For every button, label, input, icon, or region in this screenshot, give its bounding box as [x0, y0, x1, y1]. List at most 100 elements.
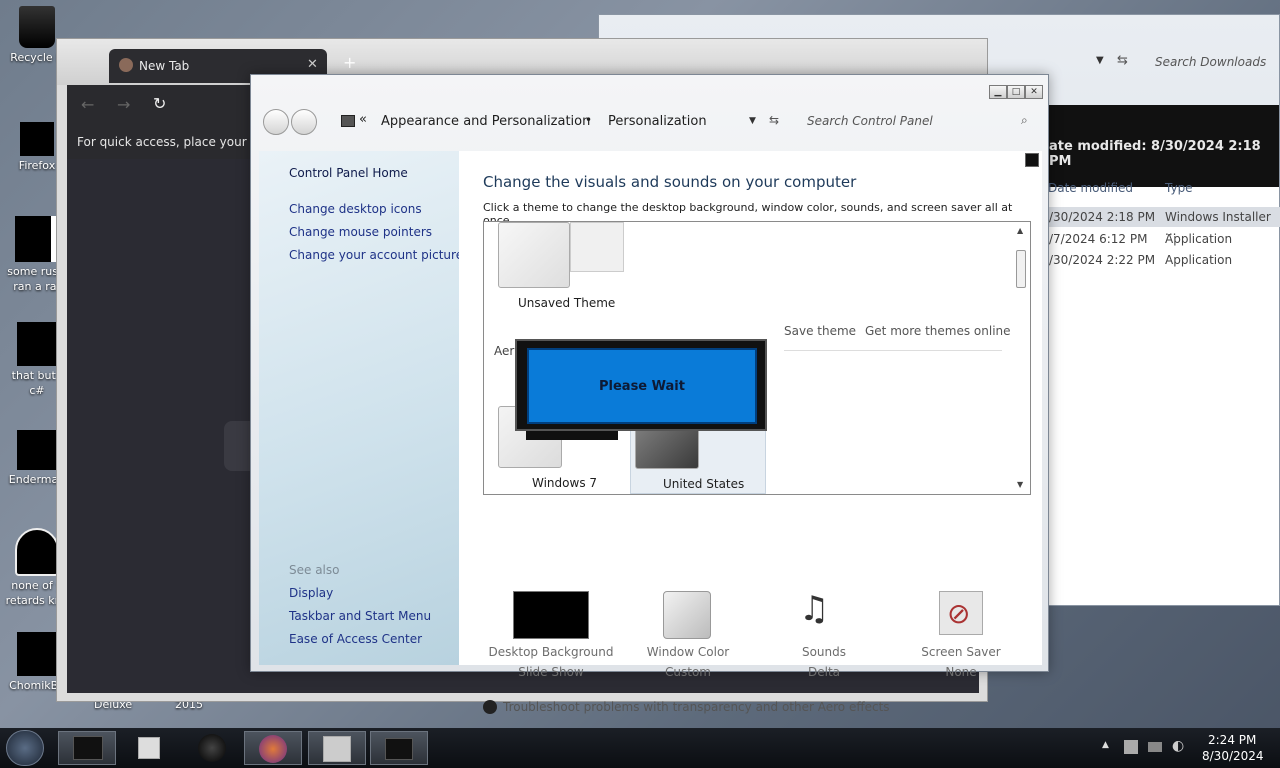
tab-title: New Tab [139, 59, 190, 73]
firefox-icon [259, 735, 287, 763]
no-entry-icon: ⊘ [947, 597, 971, 630]
forward-icon[interactable]: → [117, 95, 130, 114]
clock-date[interactable]: 8/30/2024 [1202, 749, 1264, 763]
taskbar-item-control-panel[interactable] [308, 731, 366, 765]
breadcrumb-appearance[interactable]: Appearance and Personalization [381, 114, 590, 129]
forward-icon[interactable] [291, 109, 317, 135]
troubleshoot-icon [483, 700, 497, 714]
aero-themes-label: Aer [494, 344, 515, 358]
cell-date: /30/2024 2:22 PM [1049, 253, 1156, 267]
chevron-down-icon[interactable]: ▼ [749, 116, 756, 126]
scroll-up-icon[interactable]: ▲ [1017, 226, 1023, 235]
see-also-title: See also [289, 563, 340, 577]
breadcrumb-personalization[interactable]: Personalization [608, 114, 707, 129]
cell-date: /30/2024 2:18 PM [1049, 210, 1156, 224]
show-hidden-icons[interactable]: ▲ [1102, 740, 1109, 750]
scroll-thumb[interactable] [1016, 250, 1026, 288]
control-panel-window[interactable]: ▁ □ ✕ « Appearance and Personalization •… [250, 74, 1049, 714]
theme-name: Windows 7 [532, 476, 598, 490]
page-title: Change the visuals and sounds on your co… [483, 173, 857, 191]
desktop-icon-label: Firefox [18, 159, 56, 172]
setting-title: Window Color [646, 645, 730, 659]
close-button[interactable]: ✕ [1025, 85, 1043, 99]
sounds-icon: ♫ [799, 589, 830, 629]
new-tab-button[interactable]: + [343, 53, 356, 72]
taskbar-item-explorer[interactable] [58, 731, 116, 765]
start-button[interactable] [6, 730, 44, 766]
help-icon[interactable] [1025, 153, 1039, 167]
sidebar-item-mouse-pointers[interactable]: Change mouse pointers [289, 225, 432, 239]
refresh-icon[interactable]: ⇆ [769, 113, 779, 127]
maximize-button[interactable]: □ [1007, 85, 1025, 99]
table-row[interactable]: /30/2024 2:22 PM Application [1049, 250, 1280, 270]
file-icon [15, 216, 59, 262]
taskbar-item-window[interactable] [370, 731, 428, 765]
setting-window-color[interactable]: Window Color Custom [623, 587, 753, 681]
sidebar-item-home[interactable]: Control Panel Home [289, 166, 408, 180]
get-more-themes-link[interactable]: Get more themes online [865, 324, 1011, 338]
column-header-type[interactable]: Type [1165, 181, 1193, 195]
sidebar-item-desktop-icons[interactable]: Change desktop icons [289, 202, 422, 216]
taskbar-item-firefox[interactable] [244, 731, 302, 765]
chevron-left-icon[interactable]: « [359, 112, 367, 127]
network-icon[interactable] [1124, 740, 1138, 754]
chevron-down-icon[interactable]: ▼ [1096, 55, 1104, 66]
table-row[interactable]: /30/2024 2:18 PM Windows Installer ... [1049, 207, 1280, 238]
setting-value: Custom [665, 665, 711, 679]
setting-value: Slide Show [518, 665, 584, 679]
minimize-button[interactable]: ▁ [989, 85, 1007, 99]
scroll-down-icon[interactable]: ▼ [1017, 480, 1023, 489]
taskbar-item-media[interactable] [120, 731, 178, 765]
save-theme-link[interactable]: Save theme [784, 324, 856, 338]
cell-type: Application [1165, 253, 1233, 267]
app-icon [17, 632, 57, 676]
folder-icon [73, 736, 103, 760]
taskbar-item-app[interactable] [184, 731, 242, 765]
sidebar-item-account-picture[interactable]: Change your account picture [289, 248, 463, 262]
personalization-main: Change the visuals and sounds on your co… [459, 151, 1042, 714]
please-wait-box: Please Wait [527, 348, 757, 424]
explorer-details-pane: ate modified: 8/30/2024 2:18 PM [1049, 105, 1279, 187]
app-icon [198, 734, 226, 762]
theme-unsaved[interactable]: Unsaved Theme [498, 222, 626, 312]
clock-time[interactable]: 2:24 PM [1208, 733, 1256, 747]
setting-value: Delta [807, 665, 840, 679]
column-header-date[interactable]: Date modified [1048, 181, 1133, 195]
explorer-search-input[interactable]: Search Downloads [1155, 55, 1266, 69]
setting-sounds[interactable]: ♫ Sounds Delta [761, 587, 887, 681]
firefox-icon [20, 122, 54, 156]
volume-icon[interactable]: ◐ [1172, 738, 1184, 754]
firefox-icon [119, 58, 133, 72]
back-icon[interactable] [263, 109, 289, 135]
search-icon[interactable]: ⌕ [1021, 113, 1028, 128]
troubleshoot-link[interactable]: Troubleshoot problems with transparency … [503, 700, 890, 714]
theme-name: Unsaved Theme [518, 296, 616, 310]
divider [784, 350, 1002, 351]
theme-list-scrollbar[interactable]: ▲ ▼ [1012, 222, 1030, 494]
please-wait-text: Please Wait [599, 379, 685, 394]
refresh-icon[interactable]: ⇆ [1117, 53, 1128, 68]
reload-icon[interactable]: ↻ [153, 94, 166, 113]
monitor-icon[interactable] [1148, 742, 1162, 752]
window-icon [385, 738, 413, 760]
sidebar-item-ease-of-access[interactable]: Ease of Access Center [289, 632, 422, 646]
close-icon[interactable]: ✕ [307, 57, 318, 72]
back-icon[interactable]: ← [81, 95, 94, 114]
theme-preview [570, 222, 624, 272]
media-player-icon [138, 737, 160, 759]
setting-value: None [945, 665, 977, 679]
please-wait-dialog: Please Wait [515, 339, 767, 431]
file-icon [15, 528, 59, 576]
setting-title: Desktop Background [488, 645, 614, 659]
back-forward-buttons[interactable] [263, 109, 319, 135]
app-icon [17, 430, 57, 470]
table-row[interactable]: /7/2024 6:12 PM Application [1049, 229, 1280, 249]
setting-desktop-background[interactable]: Desktop Background Slide Show [483, 587, 619, 681]
sidebar-item-display[interactable]: Display [289, 586, 333, 600]
setting-screen-saver[interactable]: ⊘ Screen Saver None [895, 587, 1027, 681]
search-control-panel-input[interactable]: Search Control Panel [807, 114, 933, 128]
details-date-modified: ate modified: 8/30/2024 2:18 PM [1049, 139, 1261, 169]
cell-type: Application [1165, 232, 1233, 246]
theme-name: United States [663, 477, 745, 491]
sidebar-item-taskbar[interactable]: Taskbar and Start Menu [289, 609, 431, 623]
